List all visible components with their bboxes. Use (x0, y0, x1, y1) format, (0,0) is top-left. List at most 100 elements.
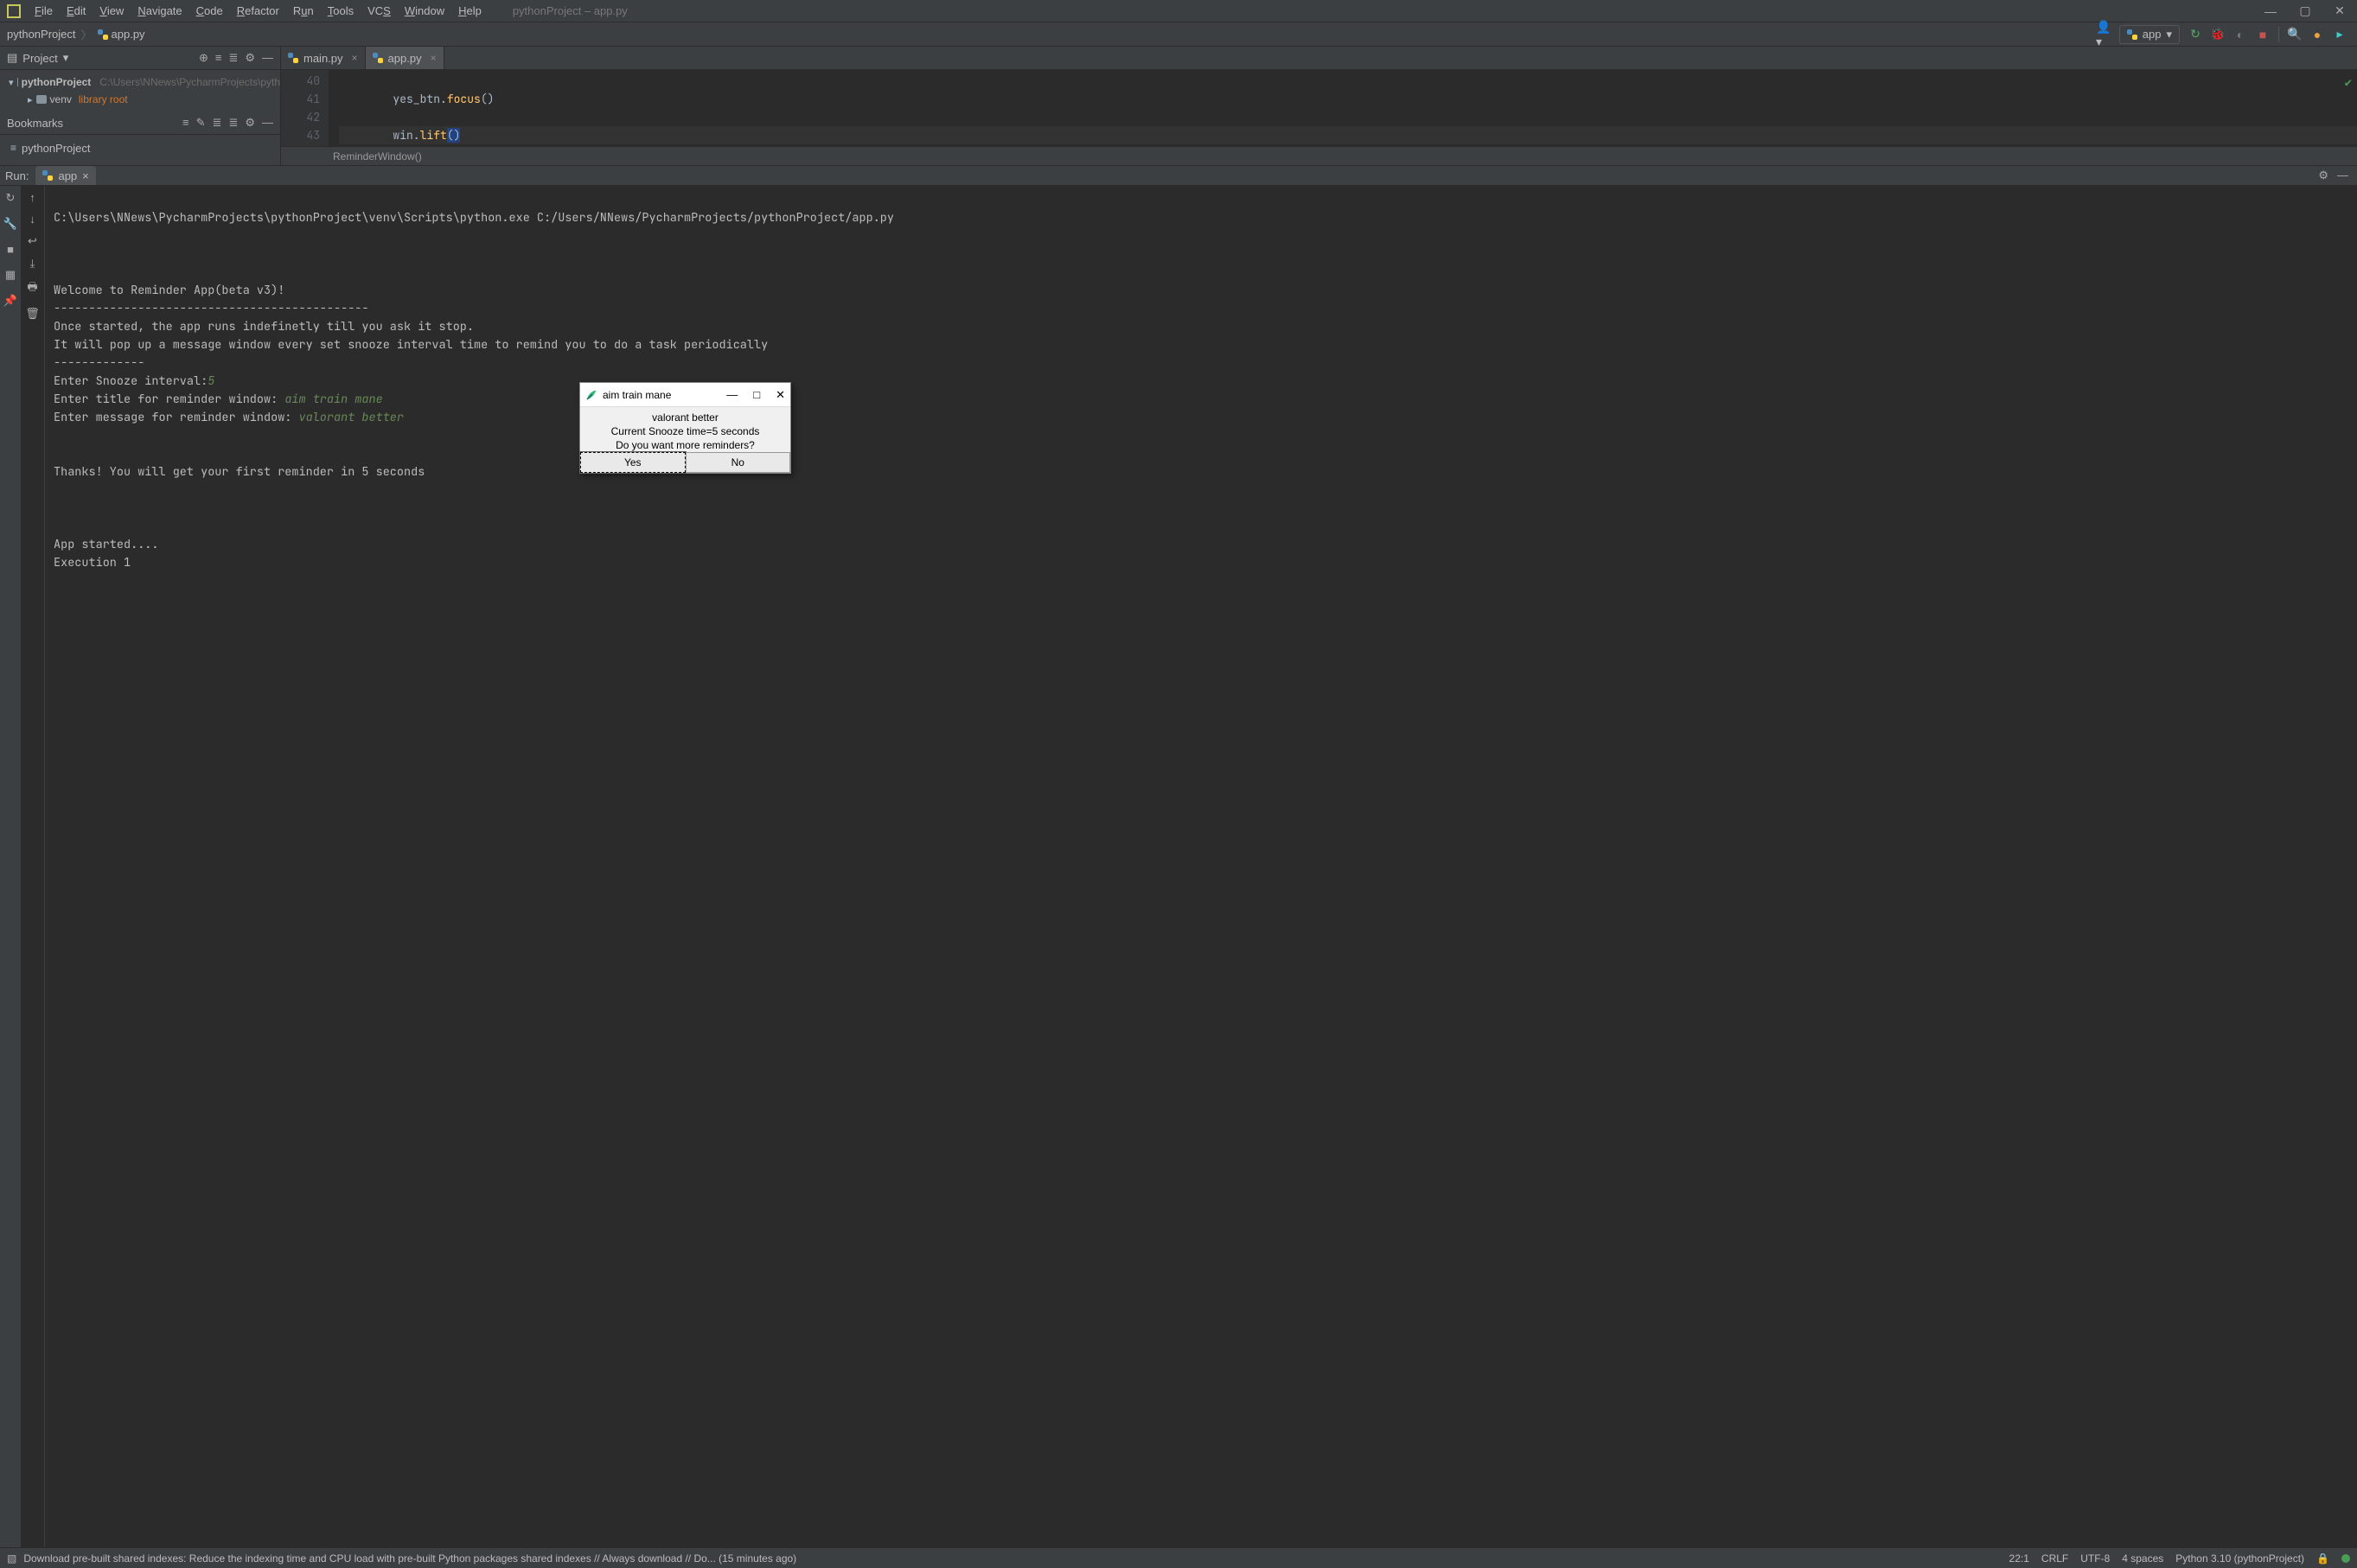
lock-icon[interactable]: 🔒 (2316, 1552, 2329, 1565)
minimize-icon[interactable]: — (726, 388, 738, 402)
run-tab-label: app (58, 169, 77, 182)
menu-edit[interactable]: Edit (60, 4, 93, 17)
menubar: File Edit View Navigate Code Refactor Ru… (0, 0, 2357, 22)
breadcrumb-sep-icon: 〉 (81, 26, 93, 42)
ide-updates-icon[interactable]: ● (2310, 28, 2324, 41)
bookmarks-panel-header: Bookmarks ≡ ✎ ≣ ≣ ⚙ — (0, 112, 280, 135)
status-caret-pos[interactable]: 22:1 (2009, 1552, 2029, 1565)
project-tree[interactable]: pythonProject C:\Users\NNews\PycharmProj… (0, 70, 280, 112)
chevron-down-icon[interactable]: ▾ (63, 51, 69, 65)
scroll-end-icon[interactable]: ⤓ (30, 257, 35, 271)
code-content[interactable]: yes_btn.focus() win.lift() win.attribute… (329, 70, 2357, 146)
menu-code[interactable]: Code (189, 4, 230, 17)
rerun-icon[interactable]: ↻ (2188, 28, 2202, 41)
tab-main-py[interactable]: main.py × (281, 47, 366, 69)
status-ok-icon[interactable] (2341, 1554, 2350, 1563)
down-arrow-icon[interactable]: ↓ (29, 213, 35, 226)
wrench-icon[interactable]: 🔧 (3, 217, 17, 231)
list-icon[interactable]: ≡ (182, 116, 189, 130)
chevron-right-icon[interactable] (28, 94, 33, 105)
rerun-icon[interactable]: ↻ (6, 191, 16, 205)
layout-icon[interactable]: ▦ (5, 268, 16, 282)
up-arrow-icon[interactable]: ↑ (29, 191, 35, 204)
dialog-snooze-text: Current Snooze time=5 seconds (584, 424, 787, 438)
close-icon[interactable]: × (82, 169, 89, 182)
menu-run[interactable]: Run (286, 4, 321, 17)
hide-icon[interactable]: — (2337, 169, 2348, 182)
menu-help[interactable]: Help (451, 4, 489, 17)
stop-icon[interactable]: ■ (2256, 28, 2270, 41)
maximize-icon[interactable]: □ (753, 388, 760, 402)
tab-app-py[interactable]: app.py × (366, 47, 444, 69)
hide-icon[interactable]: — (262, 51, 273, 65)
editor-breadcrumb-label: ReminderWindow() (333, 150, 422, 163)
gear-icon[interactable]: ⚙ (245, 51, 255, 65)
code-token: ) (454, 128, 461, 143)
collapse-all-icon[interactable]: ≣ (228, 116, 238, 130)
project-panel-title[interactable]: Project (22, 52, 57, 65)
gear-icon[interactable]: ⚙ (245, 116, 255, 130)
left-sidebar: ▤ Project ▾ ⊕ ≡ ≣ ⚙ — pythonProject C:\U… (0, 47, 281, 165)
status-indent[interactable]: 4 spaces (2122, 1552, 2163, 1565)
tree-root[interactable]: pythonProject C:\Users\NNews\PycharmProj… (5, 73, 280, 91)
trash-icon[interactable]: 🗑 (25, 307, 40, 321)
tree-venv[interactable]: venv library root (5, 91, 280, 108)
menu-tools[interactable]: Tools (321, 4, 361, 17)
edit-icon[interactable]: ✎ (196, 116, 206, 130)
breadcrumb-project[interactable]: pythonProject (7, 28, 76, 41)
code-with-me-icon[interactable]: ▸ (2333, 28, 2347, 41)
minimize-icon[interactable]: — (2253, 0, 2288, 22)
close-icon[interactable]: × (352, 52, 358, 64)
dialog-titlebar[interactable]: aim train mane — □ ✕ (580, 383, 790, 407)
chevron-down-icon[interactable] (9, 77, 14, 88)
status-message[interactable]: Download pre-built shared indexes: Reduc… (23, 1552, 796, 1565)
tk-feather-icon (585, 389, 597, 401)
user-add-icon[interactable]: 👤▾ (2097, 28, 2111, 41)
expand-all-icon[interactable]: ≡ (215, 51, 222, 65)
soft-wrap-icon[interactable]: ↩ (28, 234, 37, 248)
status-encoding[interactable]: UTF-8 (2080, 1552, 2110, 1565)
menu-vcs[interactable]: VCS (361, 4, 398, 17)
bookmark-item[interactable]: ≡ pythonProject (0, 138, 280, 157)
code-editor[interactable]: ✔ 40 41 42 43 yes_btn.focus() win.lift()… (281, 70, 2357, 146)
menu-file[interactable]: File (28, 4, 60, 17)
hide-icon[interactable]: — (262, 116, 273, 130)
menu-navigate[interactable]: Navigate (131, 4, 188, 17)
stop-icon[interactable]: ■ (7, 243, 14, 256)
debug-icon[interactable]: 🐞 (2211, 28, 2225, 41)
close-icon[interactable]: ✕ (2322, 0, 2357, 22)
tab-label: main.py (303, 52, 343, 65)
editor-breadcrumb[interactable]: ReminderWindow() (281, 146, 2357, 165)
menu-view[interactable]: View (93, 4, 131, 17)
coverage-icon[interactable]: ◐ (2233, 28, 2247, 41)
no-button[interactable]: No (686, 452, 791, 473)
yes-button[interactable]: Yes (580, 452, 686, 473)
maximize-icon[interactable]: ▢ (2288, 0, 2322, 22)
console-user-input: valorant better (299, 410, 405, 425)
run-config-selector[interactable]: app ▾ (2119, 25, 2180, 44)
console-line: Enter title for reminder window: (54, 392, 284, 407)
collapse-all-icon[interactable]: ≣ (228, 51, 238, 65)
close-icon[interactable]: × (431, 52, 437, 64)
close-icon[interactable]: ✕ (776, 388, 785, 402)
line-number: 40 (281, 72, 320, 90)
menu-refactor[interactable]: Refactor (230, 4, 286, 17)
console-line: ----------------------------------------… (54, 301, 369, 316)
code-token: win. (393, 128, 419, 143)
search-icon[interactable]: 🔍 (2288, 28, 2302, 41)
breadcrumb-file[interactable]: app.py (98, 28, 145, 41)
target-icon[interactable]: ⊕ (199, 51, 208, 65)
console-output[interactable]: C:\Users\NNews\PycharmProjects\pythonPro… (45, 186, 2357, 1547)
status-interpreter[interactable]: Python 3.10 (pythonProject) (2175, 1552, 2304, 1565)
pin-icon[interactable]: 📌 (3, 294, 17, 308)
tool-windows-icon[interactable]: ▧ (7, 1552, 16, 1565)
print-icon[interactable]: 🖶 (27, 279, 37, 298)
menu-window[interactable]: Window (398, 4, 451, 17)
bookmarks-panel-title[interactable]: Bookmarks (7, 117, 63, 130)
run-tab[interactable]: app × (35, 166, 95, 185)
status-line-sep[interactable]: CRLF (2041, 1552, 2068, 1565)
expand-all-icon[interactable]: ≣ (213, 116, 222, 130)
gear-icon[interactable]: ⚙ (2318, 169, 2328, 182)
console-line: Enter message for reminder window: (54, 410, 299, 425)
separator (2278, 27, 2279, 42)
